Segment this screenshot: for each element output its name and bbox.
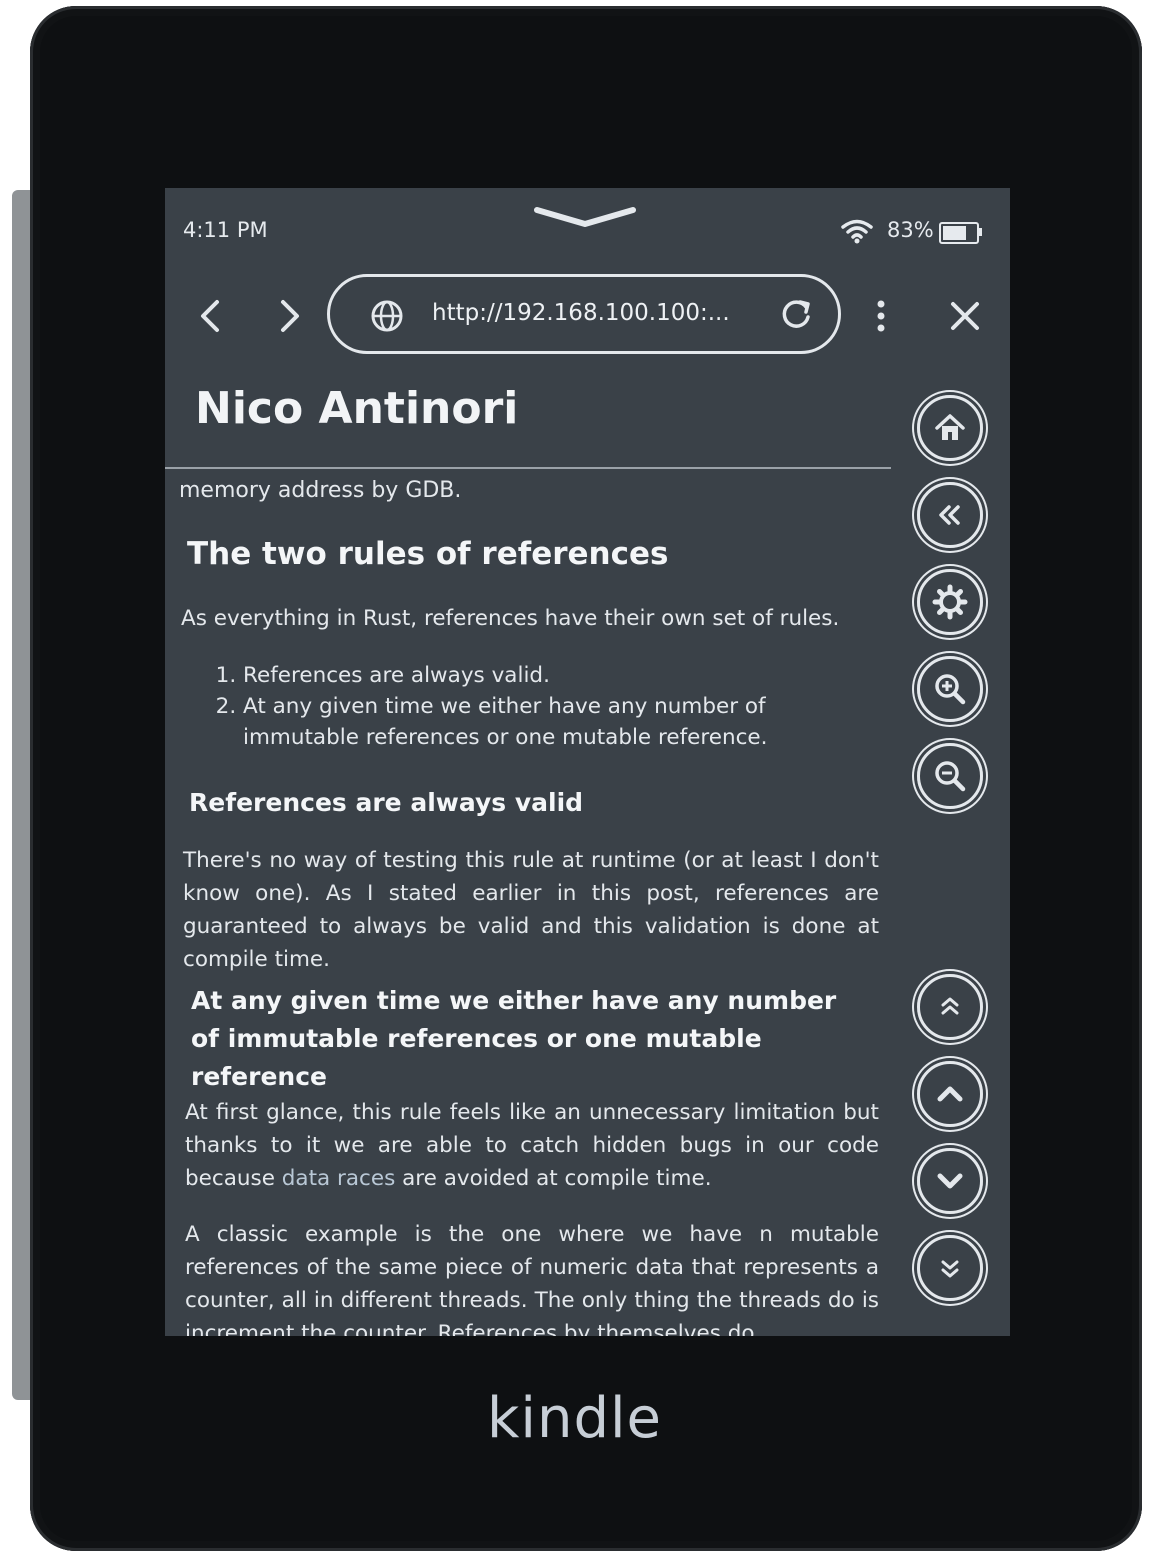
scroll-down-button[interactable] — [917, 1148, 983, 1214]
partial-paragraph: memory address by GDB. — [179, 478, 462, 503]
double-chevron-down-icon — [941, 1260, 959, 1278]
zoom-out-button[interactable] — [917, 743, 983, 809]
list-item: At any given time we either have any num… — [243, 691, 803, 753]
pull-down-tab-icon[interactable] — [533, 202, 637, 232]
double-chevron-up-icon — [941, 997, 959, 1015]
chevron-down-icon — [937, 1173, 963, 1189]
chevron-left-icon[interactable] — [191, 296, 231, 336]
rules-list: References are always valid. At any give… — [211, 660, 803, 753]
subheading-mutable: At any given time we either have any num… — [191, 986, 837, 1091]
paragraph-example: A classic example is the one where we ha… — [185, 1222, 879, 1336]
e-ink-screen: 4:11 PM 83% http://192.168.100.100:... N… — [165, 188, 1010, 1336]
battery-fill — [943, 226, 966, 240]
paragraph-text: are avoided at compile time. — [395, 1166, 712, 1191]
paragraph-data-races: At first glance, this rule feels like an… — [185, 1096, 879, 1195]
zoom-in-icon — [935, 674, 966, 705]
status-time: 4:11 PM — [183, 218, 268, 242]
address-bar[interactable]: http://192.168.100.100:... — [327, 274, 841, 354]
zoom-in-button[interactable] — [917, 656, 983, 722]
reload-icon[interactable] — [778, 297, 814, 333]
article-content[interactable]: memory address by GDB. The two rules of … — [165, 472, 895, 1336]
home-icon — [935, 414, 965, 440]
scroll-up-button[interactable] — [917, 1061, 983, 1127]
battery-percentage: 83% — [887, 218, 934, 242]
paragraph-valid: There's no way of testing this rule at r… — [183, 848, 879, 972]
site-title[interactable]: Nico Antinori — [195, 383, 518, 434]
wifi-icon — [841, 219, 873, 244]
url-text: http://192.168.100.100:... — [432, 300, 730, 326]
zoom-out-icon — [935, 761, 966, 792]
close-icon[interactable] — [947, 298, 983, 334]
kindle-logo: kindle — [486, 1386, 663, 1451]
header-divider — [165, 467, 891, 469]
more-vertical-icon[interactable] — [873, 296, 889, 336]
subheading-valid: References are always valid — [189, 788, 584, 817]
history-back-button[interactable] — [917, 482, 983, 548]
list-item: References are always valid. — [243, 660, 803, 691]
data-races-link[interactable]: data races — [282, 1166, 396, 1191]
battery-tip — [977, 228, 982, 236]
chevron-right-icon[interactable] — [269, 296, 309, 336]
page-bottom-button[interactable] — [917, 1235, 983, 1301]
double-chevron-left-icon — [939, 505, 960, 525]
globe-icon — [371, 300, 403, 332]
battery-icon — [939, 222, 979, 244]
settings-button[interactable] — [917, 569, 983, 635]
chevron-up-icon — [937, 1086, 963, 1102]
intro-paragraph: As everything in Rust, references have t… — [181, 606, 840, 631]
section-heading: The two rules of references — [187, 536, 669, 572]
gear-icon — [932, 584, 968, 620]
page-top-button[interactable] — [917, 974, 983, 1040]
home-button[interactable] — [917, 395, 983, 461]
